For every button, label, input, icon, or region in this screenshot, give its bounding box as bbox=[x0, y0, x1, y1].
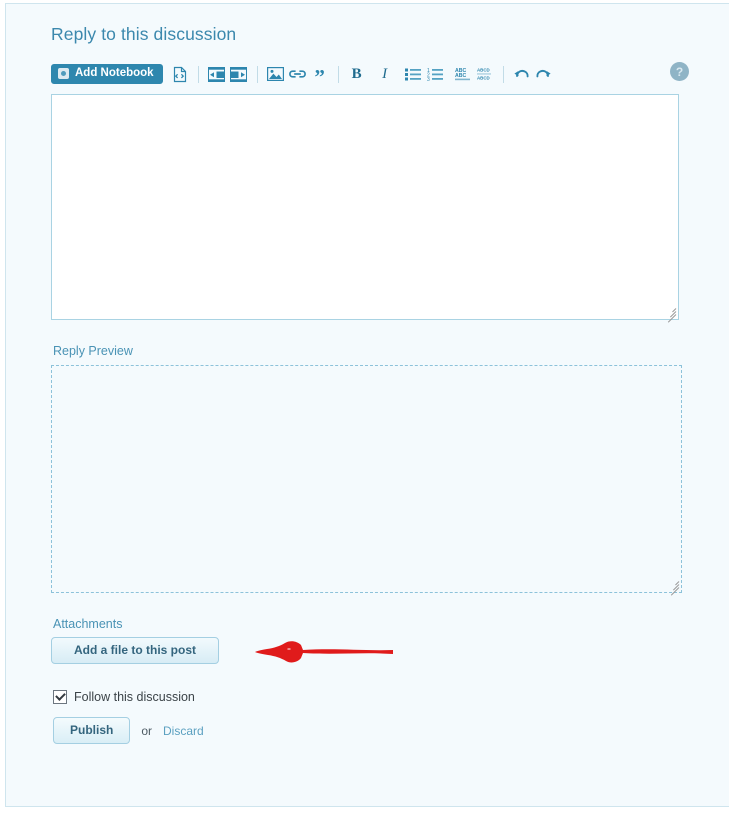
add-notebook-button[interactable]: Add Notebook bbox=[51, 63, 163, 85]
spellcheck-icon[interactable]: ABC ABC bbox=[452, 63, 474, 85]
form-actions: Publish or Discard bbox=[53, 717, 691, 744]
follow-discussion-checkbox[interactable] bbox=[53, 690, 67, 704]
indent-icon[interactable] bbox=[206, 63, 228, 85]
outdent-icon[interactable] bbox=[228, 63, 250, 85]
insert-image-icon[interactable] bbox=[265, 63, 287, 85]
toolbar-separator bbox=[256, 65, 258, 83]
editor-resize-handle[interactable] bbox=[664, 305, 677, 323]
or-label: or bbox=[141, 723, 153, 738]
insert-link-icon[interactable] bbox=[287, 63, 309, 85]
add-file-button[interactable]: Add a file to this post bbox=[51, 637, 219, 664]
reply-editor[interactable] bbox=[51, 94, 679, 323]
help-icon[interactable]: ? bbox=[670, 62, 689, 81]
bullet-list-icon[interactable] bbox=[402, 63, 424, 85]
source-code-icon[interactable] bbox=[169, 63, 191, 85]
reply-form: Reply to this discussion Add Notebook ” … bbox=[51, 24, 691, 744]
svg-text:ABC: ABC bbox=[455, 73, 466, 79]
svg-text:3: 3 bbox=[427, 77, 430, 81]
attachments-row: Add a file to this post bbox=[51, 637, 691, 664]
toolbar-separator bbox=[337, 65, 339, 83]
toolbar-separator bbox=[197, 65, 199, 83]
preview-resize-handle[interactable] bbox=[667, 578, 680, 596]
add-notebook-label: Add Notebook bbox=[75, 66, 154, 79]
publish-button[interactable]: Publish bbox=[53, 717, 131, 744]
toolbar-separator bbox=[502, 65, 504, 83]
editor-toolbar: Add Notebook ” B I 1 2 3 ABC ABC ABCD AB… bbox=[51, 60, 691, 89]
undo-icon[interactable] bbox=[511, 63, 533, 85]
follow-discussion-label: Follow this discussion bbox=[74, 690, 195, 704]
svg-text:ABCD: ABCD bbox=[477, 68, 490, 73]
reply-panel: Reply to this discussion Add Notebook ” … bbox=[5, 3, 729, 807]
reply-preview-label: Reply Preview bbox=[53, 344, 133, 358]
red-arrow-annotation bbox=[255, 641, 393, 663]
italic-icon[interactable]: I bbox=[374, 63, 396, 85]
numbered-list-icon[interactable]: 1 2 3 bbox=[424, 63, 446, 85]
remove-format-icon[interactable]: ABCD ABCD bbox=[474, 63, 496, 85]
blockquote-icon[interactable]: ” bbox=[309, 60, 331, 89]
reply-preview-box bbox=[51, 365, 682, 596]
bold-icon[interactable]: B bbox=[346, 63, 368, 85]
page-title: Reply to this discussion bbox=[51, 24, 237, 44]
follow-discussion-row[interactable]: Follow this discussion bbox=[53, 690, 691, 704]
redo-icon[interactable] bbox=[533, 63, 555, 85]
notebook-icon bbox=[58, 68, 69, 79]
attachments-label: Attachments bbox=[53, 617, 123, 631]
discard-link[interactable]: Discard bbox=[163, 724, 204, 738]
svg-text:ABCD: ABCD bbox=[477, 75, 490, 80]
